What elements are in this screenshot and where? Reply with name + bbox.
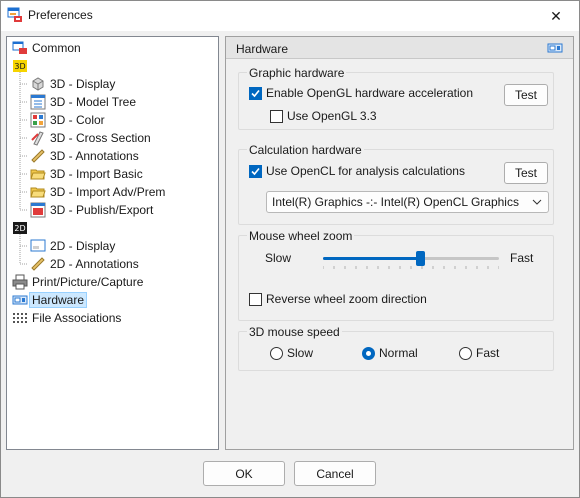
svg-text:2D: 2D bbox=[14, 224, 25, 233]
tree-item-3d-annotations[interactable]: 3D - Annotations bbox=[30, 147, 139, 165]
ruler-icon bbox=[31, 257, 45, 271]
cancel-button[interactable]: Cancel bbox=[294, 461, 376, 486]
tree-item-3d-publish-export[interactable]: 3D - Publish/Export bbox=[30, 201, 153, 219]
calculation-hardware-group: Calculation hardware Use OpenCL for anal… bbox=[238, 143, 554, 225]
checkbox-box bbox=[249, 292, 262, 306]
window-title: Preferences bbox=[28, 8, 93, 22]
tree-item-2d-annotations[interactable]: 2D - Annotations bbox=[30, 255, 139, 273]
hardware-icon bbox=[547, 43, 563, 53]
checkbox-box bbox=[249, 86, 262, 100]
tree-item-3d-display[interactable]: 3D - Display bbox=[30, 75, 115, 93]
close-button[interactable]: ✕ bbox=[533, 1, 579, 31]
panel-header: Hardware bbox=[226, 37, 573, 59]
tree-item-3d-import-basic[interactable]: 3D - Import Basic bbox=[30, 165, 143, 183]
mouse-speed-normal-radio[interactable]: Normal bbox=[362, 346, 418, 360]
mouse-wheel-zoom-group: Mouse wheel zoom Slow Fast Reverse wheel… bbox=[238, 229, 554, 321]
tree-item-print[interactable]: Print/Picture/Capture bbox=[12, 273, 143, 291]
reverse-wheel-zoom-checkbox[interactable]: Reverse wheel zoom direction bbox=[249, 292, 427, 306]
opencl-device-select[interactable]: Intel(R) Graphics -:- Intel(R) OpenCL Gr… bbox=[266, 191, 549, 213]
preferences-tree[interactable]: Common 3D 3D - Display 3D - Model Tree 3… bbox=[6, 36, 219, 450]
tree-item-2d[interactable]: 2D bbox=[12, 219, 32, 237]
enable-opengl-checkbox[interactable]: Enable OpenGL hardware acceleration bbox=[249, 86, 473, 100]
use-opencl-checkbox[interactable]: Use OpenCL for analysis calculations bbox=[249, 164, 465, 178]
ok-button[interactable]: OK bbox=[203, 461, 285, 486]
tree-item-file-associations[interactable]: File Associations bbox=[12, 309, 121, 327]
3d-mouse-speed-group: 3D mouse speed Slow Normal Fast bbox=[238, 325, 554, 371]
3d-mouse-speed-label: 3D mouse speed bbox=[247, 325, 342, 339]
title-bar: Preferences ✕ bbox=[1, 1, 579, 31]
folder-open-icon bbox=[30, 169, 46, 180]
calculation-hardware-label: Calculation hardware bbox=[247, 143, 364, 157]
svg-text:3D: 3D bbox=[14, 62, 25, 71]
chevron-down-icon bbox=[532, 199, 542, 205]
radio-circle bbox=[459, 346, 472, 360]
tree-item-3d-color[interactable]: 3D - Color bbox=[30, 111, 105, 129]
preferences-window: Preferences ✕ Common 3D 3D - Display 3D … bbox=[0, 0, 580, 498]
slider-fill bbox=[323, 257, 420, 260]
radio-circle bbox=[362, 346, 375, 360]
tree-item-common[interactable]: Common bbox=[12, 39, 81, 57]
tree-item-3d[interactable]: 3D bbox=[12, 57, 32, 75]
printer-icon bbox=[12, 274, 28, 290]
tree-item-hardware[interactable]: Hardware bbox=[12, 291, 88, 309]
tree-item-3d-cross-section[interactable]: 3D - Cross Section bbox=[30, 129, 151, 147]
graphic-hardware-label: Graphic hardware bbox=[247, 66, 347, 80]
calculation-test-button[interactable]: Test bbox=[504, 162, 548, 184]
mouse-speed-fast-radio[interactable]: Fast bbox=[459, 346, 499, 360]
wheel-fast-label: Fast bbox=[510, 251, 534, 265]
file-associations-icon bbox=[13, 313, 27, 323]
cube-icon bbox=[32, 77, 44, 91]
preferences-app-icon bbox=[7, 7, 22, 22]
tree-item-2d-display[interactable]: 2D - Display bbox=[30, 237, 115, 255]
slider-ticks bbox=[323, 266, 499, 269]
common-icon bbox=[12, 41, 27, 54]
radio-circle bbox=[270, 346, 283, 360]
ruler-icon bbox=[31, 149, 45, 163]
cross-section-icon bbox=[31, 131, 44, 146]
check-icon bbox=[251, 89, 260, 97]
close-icon: ✕ bbox=[550, 7, 562, 24]
wheel-zoom-slider[interactable] bbox=[323, 251, 499, 266]
checkbox-box bbox=[270, 109, 283, 123]
panel-title: Hardware bbox=[236, 42, 289, 56]
publish-icon bbox=[30, 202, 46, 218]
mouse-speed-slow-radio[interactable]: Slow bbox=[270, 346, 313, 360]
check-icon bbox=[251, 167, 260, 175]
color-palette-icon bbox=[30, 112, 46, 128]
tree-item-3d-model-tree[interactable]: 3D - Model Tree bbox=[30, 93, 136, 111]
hardware-panel: Hardware Graphic hardware Enable OpenGL … bbox=[225, 36, 574, 450]
display-2d-icon bbox=[30, 239, 46, 252]
model-tree-icon bbox=[30, 94, 46, 110]
use-opengl-33-checkbox[interactable]: Use OpenGL 3.3 bbox=[270, 109, 377, 123]
mouse-wheel-zoom-label: Mouse wheel zoom bbox=[247, 229, 355, 243]
graphic-test-button[interactable]: Test bbox=[504, 84, 548, 106]
checkbox-box bbox=[249, 164, 262, 178]
3d-folder-icon: 3D bbox=[13, 60, 27, 72]
folder-open-icon bbox=[30, 187, 46, 198]
wheel-slow-label: Slow bbox=[265, 251, 292, 265]
hardware-icon bbox=[12, 295, 28, 305]
slider-thumb[interactable] bbox=[415, 251, 425, 266]
tree-item-3d-import-adv[interactable]: 3D - Import Adv/Prem bbox=[30, 183, 165, 201]
2d-folder-icon: 2D bbox=[13, 222, 27, 234]
